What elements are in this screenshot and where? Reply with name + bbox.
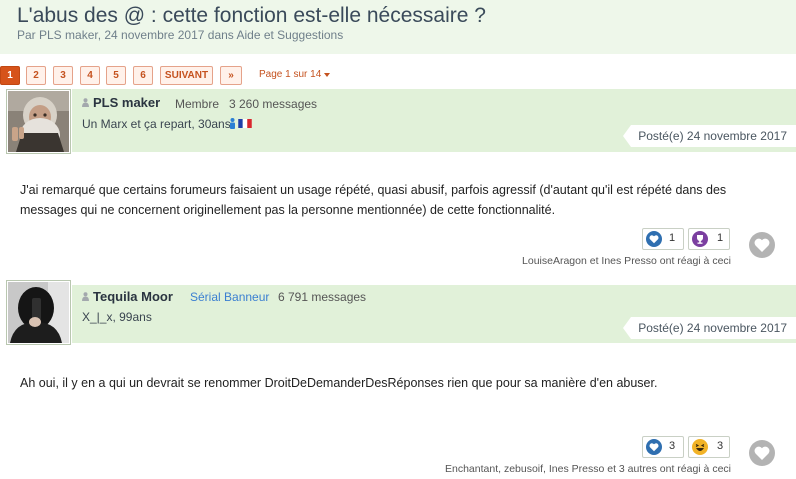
heart-icon	[754, 238, 770, 252]
post-date-tag: Posté(e) 24 novembre 2017	[623, 125, 796, 147]
user-icon	[82, 292, 89, 301]
thread-header: L'abus des @ : cette fonction est-elle n…	[0, 0, 796, 54]
heart-icon	[754, 446, 770, 460]
thread-meta: Par PLS maker, 24 novembre 2017 dans Aid…	[17, 28, 344, 42]
laughing-face-icon	[692, 439, 708, 455]
post-body: J'ai remarqué que certains forumeurs fai…	[20, 183, 727, 217]
reaction-count: 3	[717, 440, 724, 452]
page-6-button[interactable]: 6	[133, 66, 153, 85]
message-count[interactable]: 3 260 messages	[229, 97, 317, 111]
reacted-by-text[interactable]: Enchantant, zebusoif, Ines Presso et 3 a…	[380, 463, 731, 475]
page-1-button[interactable]: 1	[0, 66, 20, 85]
reaction-count: 1	[717, 232, 724, 244]
user-icon	[82, 98, 89, 107]
reaction-like[interactable]: 1	[642, 228, 684, 250]
react-button[interactable]	[749, 232, 775, 258]
page-2-button[interactable]: 2	[26, 66, 46, 85]
thumbs-up-icon	[646, 231, 662, 247]
post-header: Tequila Moor Sérial Banneur 6 791 messag…	[72, 285, 796, 343]
author-rank: Membre	[175, 97, 220, 111]
thread-title: L'abus des @ : cette fonction est-elle n…	[17, 4, 486, 27]
pagination: 1 2 3 4 5 6 SUIVANT » Page 1 sur 14	[0, 62, 796, 88]
post-header: PLS maker Membre 3 260 messages Un Marx …	[72, 89, 796, 152]
message-count[interactable]: 6 791 messages	[278, 290, 366, 304]
react-button[interactable]	[749, 440, 775, 466]
post-body: Ah oui, il y en a qui un devrait se reno…	[20, 376, 658, 390]
next-page-button[interactable]: SUIVANT	[160, 66, 213, 85]
france-flag-icon	[238, 119, 252, 128]
post-date[interactable]: Posté(e) 24 novembre 2017	[638, 321, 787, 335]
tequila-moor-avatar	[8, 282, 69, 343]
reaction-count: 3	[669, 440, 676, 452]
author-signature: X_|_x, 99ans	[82, 310, 152, 324]
reaction-count: 1	[669, 232, 676, 244]
trophy-icon	[692, 231, 708, 247]
male-icon	[230, 118, 235, 129]
last-page-button[interactable]: »	[220, 66, 242, 85]
page-5-button[interactable]: 5	[106, 66, 126, 85]
reaction-like[interactable]: 3	[642, 436, 684, 458]
thumbs-up-icon	[646, 439, 662, 455]
reaction-trophy[interactable]: 1	[688, 228, 730, 250]
page-3-button[interactable]: 3	[53, 66, 73, 85]
post-date-tag: Posté(e) 24 novembre 2017	[623, 317, 796, 339]
page-jump-dropdown[interactable]: Page 1 sur 14	[259, 69, 321, 80]
author-name[interactable]: Tequila Moor	[93, 289, 173, 304]
post-date[interactable]: Posté(e) 24 novembre 2017	[638, 129, 787, 143]
author-signature: Un Marx et ça repart, 30ans	[82, 117, 231, 131]
author-name[interactable]: PLS maker	[93, 95, 160, 110]
page-4-button[interactable]: 4	[80, 66, 100, 85]
avatar[interactable]	[6, 89, 71, 154]
reacted-by-text[interactable]: LouiseAragon et Ines Presso ont réagi à …	[380, 255, 731, 267]
chevron-down-icon	[324, 73, 330, 77]
reaction-haha[interactable]: 3	[688, 436, 730, 458]
avatar[interactable]	[6, 280, 71, 345]
marx-portrait-avatar	[8, 91, 69, 152]
author-rank: Sérial Banneur	[190, 290, 270, 304]
